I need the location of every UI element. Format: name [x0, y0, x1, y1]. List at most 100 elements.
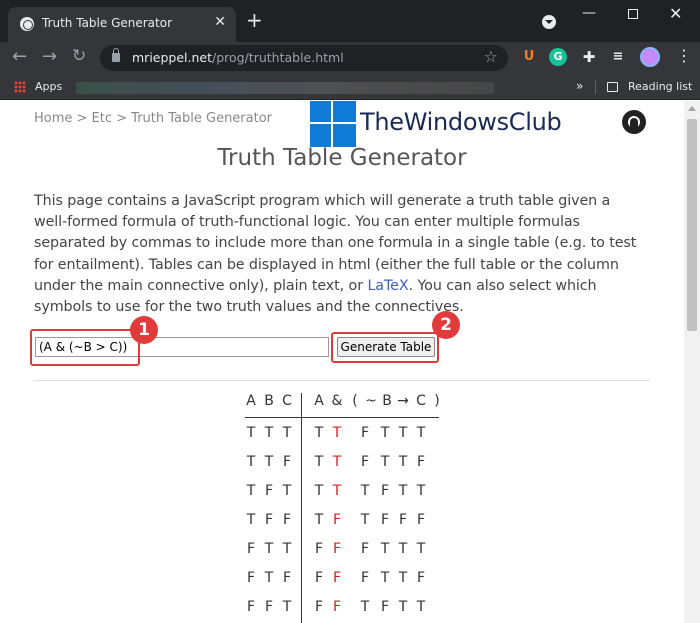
table-cell: T — [314, 512, 324, 528]
header-cell: B — [382, 393, 392, 409]
table-cell: T — [416, 599, 426, 615]
latex-link[interactable]: LaTeX — [367, 278, 408, 294]
minimize-button[interactable]: — — [582, 5, 596, 21]
table-row: TTFTTFTTF — [245, 454, 445, 474]
step-badge-2: 2 — [432, 311, 460, 339]
header-cell: ( — [352, 393, 358, 409]
apps-grid-icon[interactable] — [14, 81, 26, 93]
page-title: Truth Table Generator — [217, 145, 467, 171]
table-cell: T — [282, 599, 292, 615]
globe-icon — [20, 17, 34, 31]
main-connective-cell: F — [332, 541, 342, 557]
table-cell: T — [314, 483, 324, 499]
back-arrow-icon[interactable]: ← — [12, 46, 27, 67]
table-row: FTFFFFTTF — [245, 570, 445, 590]
blurred-bookmarks — [76, 82, 494, 94]
menu-dots-icon[interactable]: ⋮ — [676, 46, 692, 65]
reading-list-button[interactable]: Reading list — [628, 80, 692, 93]
table-cell: T — [398, 599, 408, 615]
table-cell: T — [264, 454, 274, 470]
table-cell: T — [264, 541, 274, 557]
lock-icon[interactable] — [112, 48, 120, 62]
scrollbar[interactable] — [684, 101, 700, 623]
table-cell: F — [360, 541, 370, 557]
bookmarks-overflow-icon[interactable]: » — [576, 79, 583, 93]
table-cell: T — [398, 483, 408, 499]
table-row: TFFTFTFFF — [245, 512, 445, 532]
close-window-button[interactable]: ✕ — [669, 4, 682, 23]
new-tab-button[interactable]: + — [246, 10, 263, 30]
table-cell: T — [398, 541, 408, 557]
reload-icon[interactable]: ↻ — [72, 46, 86, 66]
table-cell: F — [314, 570, 324, 586]
table-cell: T — [246, 425, 256, 441]
table-cell: T — [314, 454, 324, 470]
apps-bookmark[interactable]: Apps — [35, 80, 62, 93]
tab-truth-table-generator[interactable]: Truth Table Generator ✕ — [8, 7, 236, 42]
divider — [34, 380, 650, 381]
header-cell: C — [282, 393, 292, 409]
profile-avatar[interactable] — [640, 47, 660, 67]
scroll-up-arrow-icon[interactable] — [688, 106, 696, 111]
table-row: TFTTTTFTT — [245, 483, 445, 503]
table-header-rule — [245, 417, 439, 418]
table-cell: T — [264, 570, 274, 586]
header-cell: A — [314, 393, 324, 409]
breadcrumb[interactable]: Home > Etc > Truth Table Generator — [34, 111, 272, 126]
extension-u-icon[interactable]: U — [520, 48, 538, 66]
tab-title: Truth Table Generator — [42, 16, 173, 30]
table-cell: T — [416, 425, 426, 441]
maximize-button[interactable] — [628, 9, 638, 19]
table-cell: T — [314, 425, 324, 441]
forward-arrow-icon[interactable]: → — [42, 46, 57, 67]
table-cell: T — [246, 483, 256, 499]
table-cell: F — [380, 599, 390, 615]
reading-list-icon[interactable] — [607, 82, 618, 92]
scroll-thumb[interactable] — [687, 119, 697, 331]
header-cell: ~ — [365, 393, 377, 409]
header-cell: B — [264, 393, 274, 409]
header-cell: A — [246, 393, 256, 409]
table-cell: T — [398, 454, 408, 470]
table-row: FFTFFTFTT — [245, 599, 445, 619]
table-cell: T — [380, 570, 390, 586]
table-cell: F — [282, 454, 292, 470]
table-row: TTTTTFTTT — [245, 425, 445, 445]
address-bar[interactable]: mrieppel.net/prog/truthtable.html ☆ — [100, 45, 508, 71]
extensions-puzzle-icon[interactable]: ✚ — [580, 48, 598, 66]
github-icon[interactable] — [622, 110, 646, 134]
table-cell: F — [416, 454, 426, 470]
main-connective-cell: F — [332, 599, 342, 615]
tab-search-icon[interactable] — [542, 15, 556, 29]
table-cell: T — [380, 425, 390, 441]
browser-titlebar: Truth Table Generator ✕ + — ✕ — [0, 0, 700, 42]
table-cell: T — [380, 541, 390, 557]
close-tab-icon[interactable]: ✕ — [214, 14, 226, 30]
table-cell: F — [398, 512, 408, 528]
table-cell: T — [360, 483, 370, 499]
table-cell: F — [380, 483, 390, 499]
windows-logo-icon — [310, 101, 356, 147]
step-badge-1: 1 — [130, 316, 158, 344]
table-cell: F — [416, 512, 426, 528]
grammarly-icon[interactable]: G — [549, 48, 567, 66]
table-cell: T — [398, 425, 408, 441]
page-content: Home > Etc > Truth Table Generator TheWi… — [0, 101, 684, 623]
bookmark-star-icon[interactable]: ☆ — [484, 47, 498, 66]
table-cell: F — [246, 570, 256, 586]
media-control-icon[interactable]: ≡ — [609, 48, 627, 66]
main-connective-cell: T — [332, 454, 342, 470]
table-cell: T — [380, 454, 390, 470]
url-text[interactable]: mrieppel.net/prog/truthtable.html — [132, 50, 344, 65]
table-cell: F — [360, 425, 370, 441]
main-connective-cell: T — [332, 483, 342, 499]
table-cell: T — [416, 483, 426, 499]
table-cell: T — [398, 570, 408, 586]
header-cell: C — [416, 393, 426, 409]
table-row: FTTFFFTTT — [245, 541, 445, 561]
table-cell: F — [380, 512, 390, 528]
highlight-box-2 — [331, 332, 439, 363]
table-cell: T — [360, 512, 370, 528]
header-cell: & — [331, 393, 343, 409]
header-cell: ) — [434, 393, 440, 409]
